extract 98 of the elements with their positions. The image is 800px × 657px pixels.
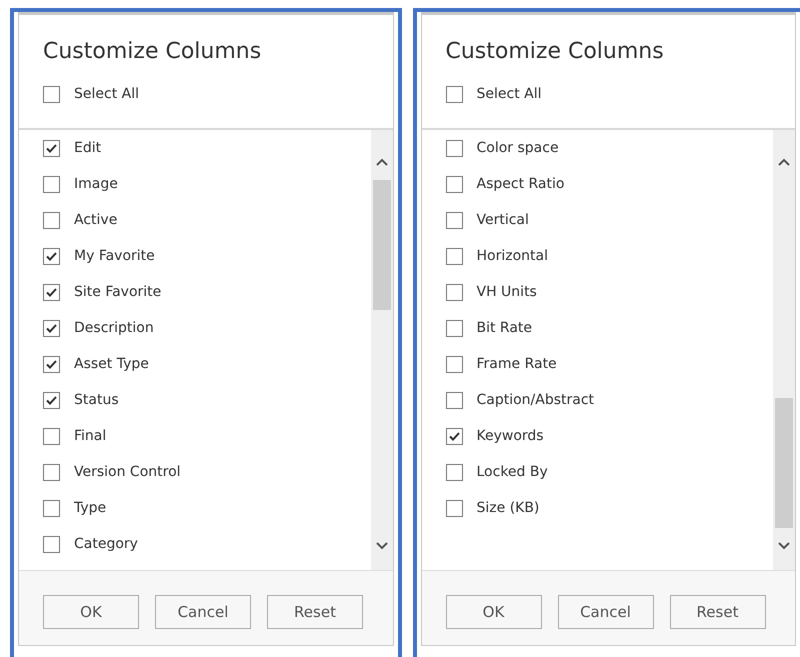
checkmark-icon (46, 252, 57, 260)
checked-checkbox[interactable] (43, 320, 60, 336)
column-label: Keywords (476, 428, 544, 444)
column-checkbox[interactable]: Image (43, 166, 370, 202)
column-checkbox[interactable]: Select All (446, 76, 795, 112)
column-checkbox[interactable]: Color space (446, 130, 773, 166)
column-checkbox[interactable]: Vertical (446, 202, 773, 238)
checkmark-icon (46, 396, 57, 404)
scroll-up-icon[interactable] (376, 158, 388, 166)
empty-checkbox[interactable] (446, 392, 462, 408)
checked-checkbox[interactable] (446, 428, 462, 444)
column-label: Size (KB) (476, 500, 540, 516)
empty-checkbox[interactable] (446, 248, 462, 264)
column-label: Frame Rate (476, 356, 557, 372)
empty-checkbox[interactable] (43, 464, 60, 480)
checkmark-icon (46, 360, 57, 368)
column-label: Image (74, 176, 118, 192)
empty-checkbox[interactable] (446, 86, 462, 102)
scrollbar-thumb[interactable] (372, 180, 390, 310)
column-label: Caption/Abstract (476, 392, 594, 408)
column-checkbox[interactable]: Select All (43, 76, 392, 112)
column-label: Vertical (476, 212, 529, 228)
empty-checkbox[interactable] (446, 356, 462, 372)
column-label: Description (74, 320, 154, 336)
column-label: Type (74, 500, 106, 516)
dialog-button[interactable]: Reset (267, 595, 363, 629)
column-label: Aspect Ratio (476, 176, 564, 192)
column-checkbox[interactable]: Caption/Abstract (446, 382, 773, 418)
column-label: Horizontal (476, 248, 548, 264)
column-label: Status (74, 392, 119, 408)
empty-checkbox[interactable] (446, 140, 462, 156)
dialog-button[interactable]: Cancel (558, 595, 654, 629)
scroll-down-icon[interactable] (778, 542, 790, 550)
empty-checkbox[interactable] (446, 212, 462, 228)
empty-checkbox[interactable] (43, 536, 60, 552)
column-label: Edit (74, 140, 102, 156)
column-label: Active (74, 212, 118, 228)
column-checkbox[interactable]: Status (43, 382, 370, 418)
empty-checkbox[interactable] (446, 176, 462, 192)
dialog-button[interactable]: OK (446, 595, 542, 629)
checked-checkbox[interactable] (43, 248, 60, 264)
empty-checkbox[interactable] (43, 212, 60, 228)
column-checkbox[interactable]: Category (43, 526, 370, 562)
scrollbar[interactable] (773, 130, 795, 570)
dialog-button[interactable]: Reset (670, 595, 766, 629)
column-label: Version Control (74, 464, 181, 480)
empty-checkbox[interactable] (43, 428, 60, 444)
column-label: VH Units (476, 284, 537, 300)
column-checkbox[interactable]: Asset Type (43, 346, 370, 382)
checkmark-icon (448, 432, 460, 440)
empty-checkbox[interactable] (43, 176, 60, 192)
column-checkbox[interactable]: Version Control (43, 454, 370, 490)
column-checkbox[interactable]: Edit (43, 130, 370, 166)
empty-checkbox[interactable] (446, 500, 462, 516)
empty-checkbox[interactable] (43, 500, 60, 516)
scroll-up-icon[interactable] (778, 158, 790, 166)
column-checkbox[interactable]: Aspect Ratio (446, 166, 773, 202)
column-checkbox[interactable]: Horizontal (446, 238, 773, 274)
checkmark-icon (46, 288, 57, 296)
column-checkbox[interactable]: Keywords (446, 418, 773, 454)
column-label: Final (74, 428, 106, 444)
column-checkbox[interactable]: Site Favorite (43, 274, 370, 310)
checkmark-icon (46, 324, 57, 332)
checked-checkbox[interactable] (43, 356, 60, 372)
column-label: Select All (74, 86, 139, 102)
column-label: Select All (476, 86, 542, 102)
dialog-button[interactable]: OK (43, 595, 139, 629)
empty-checkbox[interactable] (446, 320, 462, 336)
scrollbar[interactable] (370, 130, 392, 570)
column-checkbox[interactable]: Locked By (446, 454, 773, 490)
empty-checkbox[interactable] (446, 284, 462, 300)
column-checkbox[interactable]: Final (43, 418, 370, 454)
checkmark-icon (46, 144, 57, 152)
column-checkbox[interactable]: Description (43, 310, 370, 346)
dialog-button[interactable]: Cancel (155, 595, 251, 629)
empty-checkbox[interactable] (43, 86, 60, 102)
scroll-down-icon[interactable] (376, 542, 388, 550)
empty-checkbox[interactable] (446, 464, 462, 480)
column-label: Color space (476, 140, 559, 156)
column-label: Bit Rate (476, 320, 532, 336)
checked-checkbox[interactable] (43, 284, 60, 300)
scrollbar-thumb[interactable] (775, 398, 793, 528)
column-checkbox[interactable]: My Favorite (43, 238, 370, 274)
dialog-title: Customize Columns (43, 39, 262, 64)
column-label: Asset Type (74, 356, 149, 372)
dialog-title: Customize Columns (446, 39, 665, 64)
column-label: Category (74, 536, 138, 552)
column-label: Site Favorite (74, 284, 162, 300)
column-checkbox[interactable]: Type (43, 490, 370, 526)
column-checkbox[interactable]: Size (KB) (446, 490, 773, 526)
checked-checkbox[interactable] (43, 392, 60, 408)
checked-checkbox[interactable] (43, 140, 60, 156)
column-checkbox[interactable]: Bit Rate (446, 310, 773, 346)
column-checkbox[interactable]: Frame Rate (446, 346, 773, 382)
column-checkbox[interactable]: VH Units (446, 274, 773, 310)
column-label: Locked By (476, 464, 548, 480)
column-checkbox[interactable]: Active (43, 202, 370, 238)
column-label: My Favorite (74, 248, 155, 264)
